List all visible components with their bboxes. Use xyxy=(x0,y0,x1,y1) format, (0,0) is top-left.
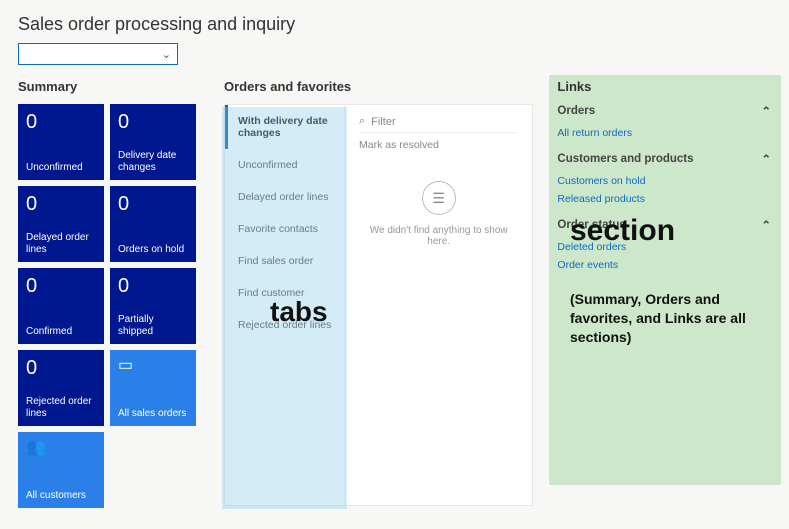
chevron-up-icon: ⌃ xyxy=(761,218,771,232)
page-title: Sales order processing and inquiry xyxy=(18,14,771,35)
tile-label: Partially shipped xyxy=(118,314,188,338)
summary-tile-6[interactable]: 0 Rejected order lines xyxy=(18,350,104,426)
links-group-1: Customers and products ⌃ Customers on hold… xyxy=(557,152,771,208)
orders-filter-input[interactable]: ⌕ Filter xyxy=(359,115,518,133)
summary-tile-3[interactable]: 0 Orders on hold xyxy=(110,186,196,262)
summary-tile-2[interactable]: 0 Delayed order lines xyxy=(18,186,104,262)
orders-tab-1[interactable]: Unconfirmed xyxy=(225,149,344,181)
link-item-1-1[interactable]: Released products xyxy=(557,190,771,208)
tile-label: Confirmed xyxy=(26,326,96,338)
empty-icon: ☰ xyxy=(422,181,456,215)
link-item-2-0[interactable]: Deleted orders xyxy=(557,238,771,256)
link-item-1-0[interactable]: Customers on hold xyxy=(557,172,771,190)
links-group-title: Order status xyxy=(557,219,625,231)
summary-tile-0[interactable]: 0 Unconfirmed xyxy=(18,104,104,180)
links-group-header-0[interactable]: Orders ⌃ xyxy=(557,104,771,118)
orders-tab-2[interactable]: Delayed order lines xyxy=(225,181,344,213)
orders-tab-6[interactable]: Rejected order lines xyxy=(225,309,344,341)
link-item-0-0[interactable]: All return orders xyxy=(557,124,771,142)
tile-label: Orders on hold xyxy=(118,244,188,256)
tile-count: 0 xyxy=(118,274,188,298)
links-group-title: Orders xyxy=(557,105,595,117)
orders-empty-state: ☰ We didn't find anything to show here. xyxy=(359,181,518,247)
orders-tab-4[interactable]: Find sales order xyxy=(225,245,344,277)
links-group-0: Orders ⌃ All return orders xyxy=(557,104,771,142)
summary-tile-7[interactable]: ▭ All sales orders xyxy=(110,350,196,426)
tile-label: Delivery date changes xyxy=(118,150,188,174)
tile-count: 0 xyxy=(118,110,188,134)
orders-tab-3[interactable]: Favorite contacts xyxy=(225,213,344,245)
links-section: Links Orders ⌃ All return orders Customers … xyxy=(557,79,771,508)
tile-label: All customers xyxy=(26,490,96,502)
workspace-dropdown[interactable]: ⌄ xyxy=(18,43,178,65)
chevron-down-icon: ⌄ xyxy=(162,48,171,61)
links-group-2: Order status ⌃ Deleted ordersOrder events xyxy=(557,218,771,274)
tile-count: 0 xyxy=(118,192,188,216)
tile-label: Delayed order lines xyxy=(26,232,96,256)
tile-label: Unconfirmed xyxy=(26,162,96,174)
chevron-up-icon: ⌃ xyxy=(761,104,771,118)
tile-icon: 👥 xyxy=(26,438,96,457)
links-group-title: Customers and products xyxy=(557,153,693,165)
search-icon: ⌕ xyxy=(359,115,365,128)
orders-tab-5[interactable]: Find customer xyxy=(225,277,344,309)
tile-count: 0 xyxy=(26,110,96,134)
links-group-header-1[interactable]: Customers and products ⌃ xyxy=(557,152,771,166)
summary-tile-4[interactable]: 0 Confirmed xyxy=(18,268,104,344)
orders-tab-0[interactable]: With delivery date changes xyxy=(225,105,344,149)
tile-icon: ▭ xyxy=(118,356,188,375)
tile-count: 0 xyxy=(26,192,96,216)
mark-resolved-button[interactable]: Mark as resolved xyxy=(359,139,518,151)
orders-filter-placeholder: Filter xyxy=(371,116,395,128)
summary-heading: Summary xyxy=(18,79,200,94)
tile-count: 0 xyxy=(26,356,96,380)
orders-section: Orders and favorites With delivery date … xyxy=(224,79,533,508)
summary-section: Summary 0 Unconfirmed 0 Delivery date chang… xyxy=(18,79,200,508)
orders-heading: Orders and favorites xyxy=(224,79,533,94)
summary-tile-8[interactable]: 👥 All customers xyxy=(18,432,104,508)
summary-tile-5[interactable]: 0 Partially shipped xyxy=(110,268,196,344)
orders-tabs: With delivery date changesUnconfirmedDel… xyxy=(225,105,345,505)
links-heading: Links xyxy=(557,79,771,94)
tile-label: All sales orders xyxy=(118,408,188,420)
link-item-2-1[interactable]: Order events xyxy=(557,256,771,274)
chevron-up-icon: ⌃ xyxy=(761,152,771,166)
links-group-header-2[interactable]: Order status ⌃ xyxy=(557,218,771,232)
tile-count: 0 xyxy=(26,274,96,298)
orders-tab-content: ⌕ Filter Mark as resolved ☰ We didn't fi… xyxy=(345,105,532,505)
orders-empty-text: We didn't find anything to show here. xyxy=(359,225,518,247)
summary-tile-1[interactable]: 0 Delivery date changes xyxy=(110,104,196,180)
tile-label: Rejected order lines xyxy=(26,396,96,420)
